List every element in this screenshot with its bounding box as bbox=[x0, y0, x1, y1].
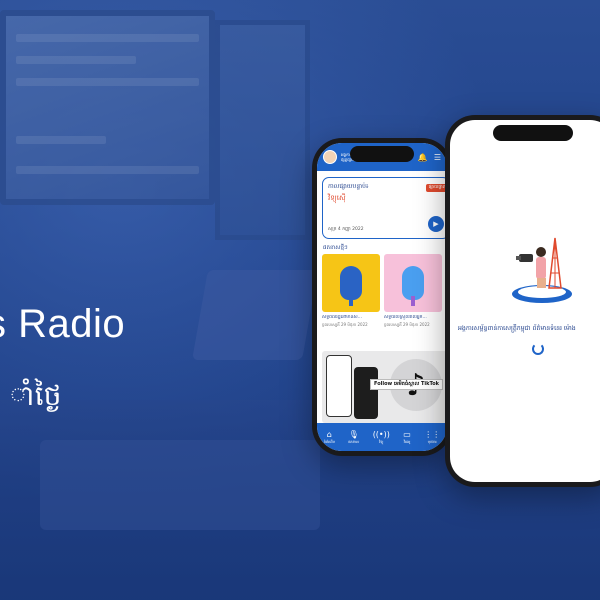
microphone-icon bbox=[340, 266, 362, 300]
background-monitor bbox=[0, 10, 215, 205]
microphone-icon bbox=[402, 266, 424, 300]
tab-video[interactable]: ▭ វីដេអូ bbox=[403, 430, 411, 445]
home-icon: ⌂ bbox=[326, 429, 332, 439]
video-icon: ▭ bbox=[403, 429, 411, 439]
play-button[interactable]: ▶ bbox=[428, 216, 444, 232]
grid-icon: ⋮⋮ bbox=[424, 429, 441, 439]
podcast-list: សិទ្ធិពលរដ្ឋនៅមានសិ... ច្ចពរហស្បតិ៍ 29 ម… bbox=[322, 254, 442, 328]
mic-stand bbox=[349, 296, 353, 306]
tab-label: វីដេអូ bbox=[403, 439, 411, 444]
now-playing-date: សុក្រ 4 កញ្ញា 2022 bbox=[328, 227, 364, 232]
phone-splash-mockup: អង្គការសម្ព័ន្ធពាន់កាសេត្រ្តីកម្ពុជា ព័ត… bbox=[445, 115, 600, 487]
background-keyboard bbox=[192, 270, 318, 360]
phone-home-mockup: អង្គការសហព័ន្ធប្រព័ន្ធផ្សព្វផ្សាយ 🔔 ☰ កា… bbox=[312, 138, 452, 456]
phone-splash-screen: អង្គការសម្ព័ន្ធពាន់កាសេត្រ្តីកម្ពុជា ព័ត… bbox=[450, 120, 600, 482]
now-playing-card[interactable]: កាលផ្សាយបន្ទាប់៖ វិទ្យុស៊ើ ផ្សាយផ្ទាល់ ស… bbox=[322, 177, 447, 239]
podcast-name: សិទ្ធិយល់ស្រួលរាលអ្នក... bbox=[384, 315, 427, 320]
organization-name: អង្គការសម្ព័ន្ធពាន់កាសេត្រ្តីកម្ពុជា ព័ត… bbox=[458, 325, 576, 332]
microphone-icon: 🎙 bbox=[348, 429, 359, 439]
menu-icon[interactable]: ☰ bbox=[434, 153, 441, 162]
podcast-name: សិទ្ធិពលរដ្ឋនៅមានសិ... bbox=[322, 315, 362, 320]
background-monitor-2 bbox=[215, 20, 310, 240]
tab-label: ផតខាស bbox=[348, 439, 360, 444]
tab-label: ទំព័រដើម bbox=[323, 439, 335, 444]
phone-notch bbox=[492, 125, 573, 141]
podcast-card[interactable]: សិទ្ធិពលរដ្ឋនៅមានសិ... ច្ចពរហស្បតិ៍ 29 ម… bbox=[322, 254, 380, 328]
podcast-section-label: ផតខាសថ្មីៗ bbox=[323, 245, 348, 251]
background-mixer bbox=[40, 440, 320, 530]
live-badge: ផ្សាយផ្ទាល់ bbox=[425, 184, 447, 192]
tab-home[interactable]: ⌂ ទំព័រដើម bbox=[324, 430, 335, 445]
podcast-thumbnail bbox=[322, 254, 380, 312]
promo-text: Follow អេមិតធំស្គាល TikTok bbox=[370, 379, 443, 390]
tab-podcast[interactable]: 🎙 ផតខាស bbox=[348, 430, 359, 445]
play-icon: ▶ bbox=[433, 220, 439, 228]
bottom-tab-bar: ⌂ ទំព័រដើម 🎙 ផតខាស ((•)) វិទ្យុ ▭ វីដេអូ… bbox=[317, 423, 447, 451]
tab-radio[interactable]: ((•)) វិទ្យុ bbox=[373, 430, 390, 445]
now-playing-show: វិទ្យុស៊ើ bbox=[328, 194, 346, 202]
phone-home-screen: អង្គការសហព័ន្ធប្រព័ន្ធផ្សព្វផ្សាយ 🔔 ☰ កា… bbox=[317, 143, 447, 451]
tab-more[interactable]: ⋮⋮ មុខងារ bbox=[424, 430, 440, 445]
tab-label: មុខងារ bbox=[427, 439, 437, 444]
organization-logo bbox=[512, 237, 572, 303]
tiktok-promo-banner[interactable]: ♪ Follow អេមិតធំស្គាល TikTok bbox=[322, 351, 447, 423]
loading-spinner bbox=[532, 343, 544, 355]
tab-label: វិទ្យុ bbox=[379, 439, 384, 444]
podcast-card[interactable]: សិទ្ធិយល់ស្រួលរាលអ្នក... ច្ចពរហស្បតិ៍ 29… bbox=[384, 254, 442, 328]
app-logo bbox=[323, 150, 337, 164]
podcast-date: ច្ចពរហស្បតិ៍ 29 មិថុនា 2022 bbox=[322, 322, 368, 327]
mic-stand bbox=[411, 296, 415, 306]
hero-headline: s Radio bbox=[0, 302, 126, 346]
radio-icon: ((•)) bbox=[372, 429, 390, 439]
podcast-thumbnail bbox=[384, 254, 442, 312]
bell-icon[interactable]: 🔔 bbox=[418, 153, 428, 162]
hero-subline: ាំថ្ងៃ bbox=[10, 379, 62, 412]
promo-phone-image-2 bbox=[354, 367, 378, 419]
podcast-date: ច្ចពរហស្បតិ៍ 29 មិថុនា 2022 bbox=[384, 322, 430, 327]
phone-notch bbox=[350, 146, 414, 162]
promo-phone-image bbox=[326, 355, 352, 417]
